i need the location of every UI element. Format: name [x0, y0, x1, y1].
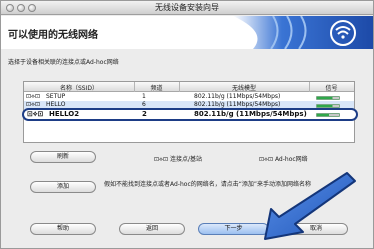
selected-network-row[interactable]: ⊡⟡⊡ HELLO2 2 802.11b/g (11Mbps/54Mbps) [22, 108, 358, 121]
signal-strength-icon [316, 111, 340, 120]
wireless-setup-wizard-window: 无线设备安装向导 可以使用的无线网络 选择于设备相关联的连接点或Ad-hoc网络… [0, 0, 374, 249]
legend-access-point: ⊡⟡⊡ 连接点/基站 [154, 156, 202, 163]
table-header: 名称（SSID） 频道 无线模型 信号 [24, 82, 354, 92]
window-title: 无线设备安装向导 [155, 3, 219, 12]
refresh-button[interactable]: 刷新 [30, 151, 96, 163]
legend-adhoc: ⊡⟡⊡ Ad-hoc网络 [259, 156, 308, 163]
access-point-icon: ⊡⟡⊡ [26, 93, 41, 100]
help-button[interactable]: 帮助 [30, 223, 96, 235]
row-mode: 802.11b/g (11Mbps/54Mbps) [194, 110, 307, 118]
row-ssid: HELLO2 [49, 110, 80, 118]
title-bar: 无线设备安装向导 [1, 1, 373, 15]
access-point-icon: ⊡⟡⊡ [154, 156, 170, 163]
page-title: 可以使用的无线网络 [8, 30, 98, 41]
row-mode: 802.11b/g (11Mbps/54Mbps) [194, 93, 281, 100]
row-ssid: SETUP [46, 93, 66, 100]
row-channel: 1 [142, 93, 146, 100]
row-channel: 2 [142, 110, 147, 118]
column-signal[interactable]: 信号 [309, 83, 354, 92]
column-channel[interactable]: 频道 [134, 83, 179, 92]
column-mode[interactable]: 无线模型 [179, 83, 309, 92]
add-button[interactable]: 添加 [30, 181, 96, 193]
access-point-icon: ⊡⟡⊡ [27, 110, 44, 118]
pointer-arrow-icon [264, 172, 356, 240]
column-ssid[interactable]: 名称（SSID） [24, 83, 134, 92]
table-row[interactable]: ⊡⟡⊡ SETUP 1 802.11b/g (11Mbps/54Mbps) [24, 93, 354, 101]
back-button[interactable]: 返回 [119, 223, 185, 235]
wizard-header: 可以使用的无线网络 [1, 16, 373, 49]
wireless-banner-graphic [233, 16, 373, 49]
instruction-text: 选择于设备相关联的连接点或Ad-hoc网络 [8, 59, 119, 66]
adhoc-icon: ⊡⟡⊡ [259, 156, 275, 163]
